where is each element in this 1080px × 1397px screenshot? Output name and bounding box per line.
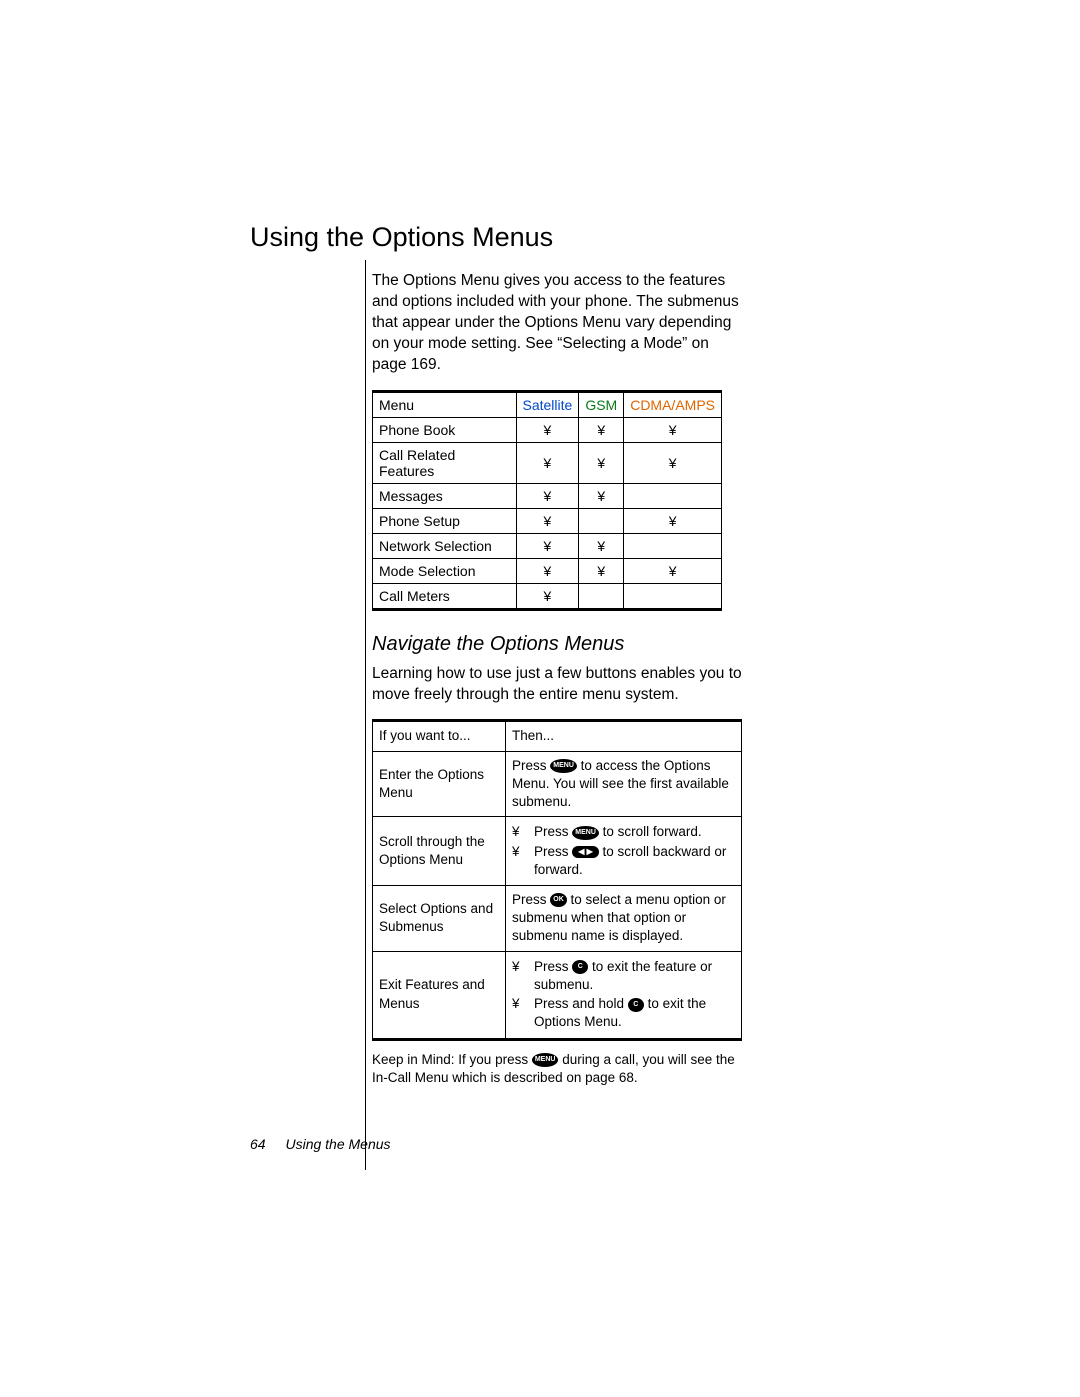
nav-then-cell: Press OK to select a menu option or subm… [506, 885, 742, 951]
bullet-text: Press C to exit the feature or submenu. [534, 958, 735, 994]
mark-gsm [579, 508, 624, 533]
table-row: Network Selection¥¥ [373, 533, 722, 558]
mark-gsm: ¥ [579, 442, 624, 483]
nav-then-cell: Press MENU to access the Options Menu. Y… [506, 751, 742, 817]
mark-cdma [624, 583, 722, 609]
col-satellite: Satellite [516, 391, 579, 417]
intro-paragraph: The Options Menu gives you access to the… [372, 271, 742, 376]
nav-table: If you want to... Then... Enter the Opti… [372, 719, 742, 1040]
keep-in-mind-note: Keep in Mind: If you press MENU during a… [372, 1051, 742, 1087]
mark-satellite: ¥ [516, 508, 579, 533]
nav-then-cell: ¥ Press C to exit the feature or submenu.… [506, 951, 742, 1039]
menu-label: Call Meters [373, 583, 517, 609]
page-footer: 64 Using the Menus [250, 1136, 391, 1152]
section-subhead: Navigate the Options Menus [372, 633, 742, 656]
bullet-mark: ¥ [512, 958, 520, 994]
key-icon: MENU [572, 826, 599, 840]
bullet-item: ¥ Press ◀ ▶ to scroll backward or forward… [512, 843, 735, 879]
bullet-text: Press MENU to scroll forward. [534, 823, 702, 841]
footer-section-title: Using the Menus [285, 1136, 390, 1152]
table-row: Exit Features and Menus¥ Press C to exit … [373, 951, 742, 1039]
table-row: Scroll through the Options Menu¥Press ME… [373, 817, 742, 886]
mark-gsm: ¥ [579, 533, 624, 558]
mark-cdma [624, 483, 722, 508]
key-icon: OK [550, 893, 567, 907]
page-content: Using the Options Menus The Options Menu… [250, 222, 850, 1087]
key-icon: MENU [550, 759, 577, 773]
menu-label: Phone Setup [373, 508, 517, 533]
mark-satellite: ¥ [516, 533, 579, 558]
body-column: The Options Menu gives you access to the… [372, 271, 742, 1087]
col-cdma: CDMA/AMPS [624, 391, 722, 417]
table-row: Call Related Features¥¥¥ [373, 442, 722, 483]
bullet-item: ¥ Press C to exit the feature or submenu. [512, 958, 735, 994]
key-icon: C [628, 998, 644, 1012]
bullet-item: ¥ Press and hold C to exit the Options Me… [512, 995, 735, 1031]
note-pre: Keep in Mind: If you press [372, 1052, 532, 1067]
table-row: Mode Selection¥¥¥ [373, 558, 722, 583]
mark-gsm [579, 583, 624, 609]
mark-satellite: ¥ [516, 442, 579, 483]
mark-cdma: ¥ [624, 558, 722, 583]
mark-satellite: ¥ [516, 483, 579, 508]
mark-satellite: ¥ [516, 417, 579, 442]
menu-label: Network Selection [373, 533, 517, 558]
col-then: Then... [506, 721, 742, 751]
mark-cdma [624, 533, 722, 558]
mark-cdma: ¥ [624, 442, 722, 483]
page-number: 64 [250, 1136, 266, 1152]
mark-cdma: ¥ [624, 508, 722, 533]
menu-label: Phone Book [373, 417, 517, 442]
bullet-item: ¥ Press MENU to scroll forward. [512, 823, 735, 841]
nav-if-cell: Enter the Options Menu [373, 751, 506, 817]
col-if: If you want to... [373, 721, 506, 751]
subintro-paragraph: Learning how to use just a few buttons e… [372, 664, 742, 706]
table-row: Select Options and SubmenusPress OK to s… [373, 885, 742, 951]
bullet-mark: ¥ [512, 823, 520, 841]
menu-label: Mode Selection [373, 558, 517, 583]
bullet-text: Press and hold C to exit the Options Men… [534, 995, 735, 1031]
mark-cdma: ¥ [624, 417, 722, 442]
key-icon: ◀ ▶ [572, 846, 599, 858]
modes-table: Menu Satellite GSM CDMA/AMPS Phone Book¥… [372, 390, 722, 611]
mark-gsm: ¥ [579, 483, 624, 508]
table-row: Phone Setup¥¥ [373, 508, 722, 533]
nav-then-cell: ¥ Press MENU to scroll forward. ¥ Press ◀ ▶… [506, 817, 742, 886]
bullet-text: Press ◀ ▶ to scroll backward or forward. [534, 843, 735, 879]
table-row: Call Meters¥ [373, 583, 722, 609]
menu-label: Messages [373, 483, 517, 508]
menu-button-icon: MENU [532, 1053, 559, 1067]
table-header-row: If you want to... Then... [373, 721, 742, 751]
key-icon: C [572, 960, 588, 974]
mark-satellite: ¥ [516, 558, 579, 583]
bullet-mark: ¥ [512, 843, 520, 879]
mark-gsm: ¥ [579, 558, 624, 583]
nav-if-cell: Scroll through the Options Menu [373, 817, 506, 886]
nav-if-cell: Select Options and Submenus [373, 885, 506, 951]
table-row: Enter the Options MenuPress MENU to acce… [373, 751, 742, 817]
col-menu: Menu [373, 391, 517, 417]
table-row: Phone Book¥¥¥ [373, 417, 722, 442]
page-title: Using the Options Menus [250, 222, 850, 253]
mark-satellite: ¥ [516, 583, 579, 609]
nav-if-cell: Exit Features and Menus [373, 951, 506, 1039]
col-gsm: GSM [579, 391, 624, 417]
mark-gsm: ¥ [579, 417, 624, 442]
table-row: Messages¥¥ [373, 483, 722, 508]
bullet-mark: ¥ [512, 995, 520, 1031]
table-header-row: Menu Satellite GSM CDMA/AMPS [373, 391, 722, 417]
menu-label: Call Related Features [373, 442, 517, 483]
